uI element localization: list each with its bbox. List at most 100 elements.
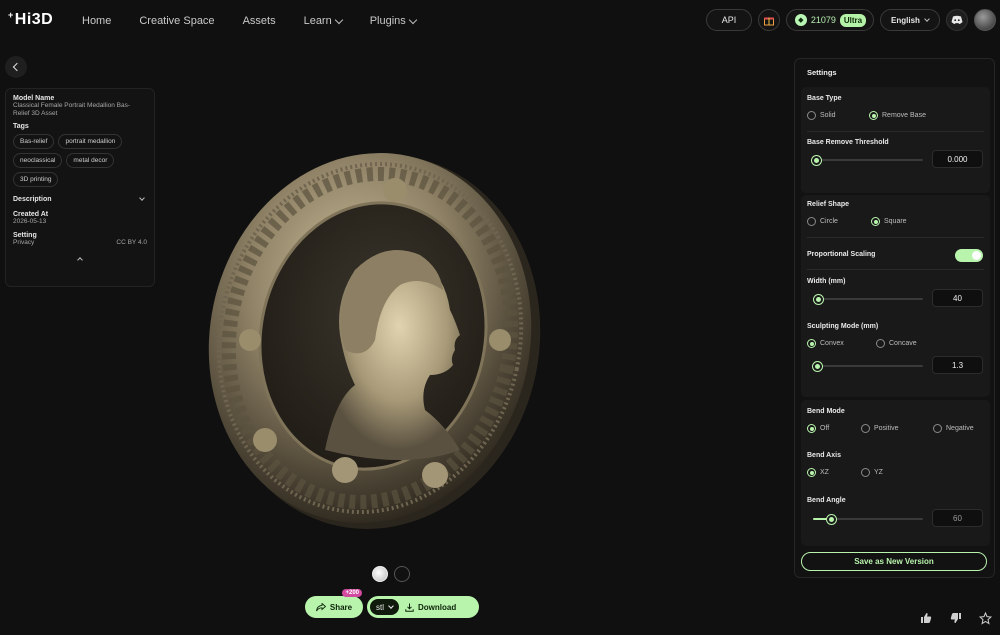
thumbs-down-icon	[950, 613, 961, 623]
plan-badge: Ultra	[839, 13, 867, 27]
textured-view-button[interactable]	[372, 566, 388, 582]
thumbs-up-icon	[921, 613, 932, 623]
relief-shape-square[interactable]: Square	[871, 217, 907, 226]
material-toggle	[372, 566, 410, 582]
privacy-label: Privacy	[13, 239, 35, 246]
threshold-slider[interactable]	[812, 155, 923, 165]
privacy-row: Privacy CC BY 4.0	[13, 239, 147, 247]
proportional-scaling-toggle[interactable]	[955, 249, 983, 262]
download-button[interactable]: Download	[405, 603, 456, 612]
chevron-down-icon	[408, 15, 418, 24]
gift-icon	[764, 17, 774, 26]
relief-shape-label: Relief Shape	[807, 201, 850, 208]
nav-plugins[interactable]: Plugins	[370, 15, 418, 27]
tag-chip[interactable]: portrait medallion	[58, 134, 123, 149]
gift-button[interactable]	[758, 9, 780, 31]
discord-icon	[951, 15, 963, 24]
created-label: Created At	[13, 211, 49, 218]
nav-learn[interactable]: Learn	[304, 15, 343, 27]
threshold-input[interactable]: 0.000	[932, 150, 983, 168]
sculpt-concave[interactable]: Concave	[876, 339, 917, 348]
sculpt-depth-slider[interactable]	[813, 361, 923, 371]
width-input[interactable]: 40	[932, 289, 983, 307]
description-toggle[interactable]: Description	[13, 195, 147, 203]
bend-axis-xz[interactable]: XZ	[807, 468, 829, 477]
width-label: Width (mm)	[807, 278, 846, 285]
tag-chip[interactable]: metal decor	[66, 153, 115, 168]
credit-coin-icon: ◆	[794, 14, 807, 26]
nav-creative-space[interactable]: Creative Space	[139, 15, 214, 27]
description-label: Description	[13, 196, 52, 203]
relief-settings-card: Relief Shape Circle Square Proportional …	[801, 195, 990, 397]
bend-mode-positive[interactable]: Positive	[861, 424, 899, 433]
base-type-remove[interactable]: Remove Base	[869, 111, 926, 120]
bend-settings-card: Bend Mode Off Positive Negative Bend Axi…	[801, 400, 990, 546]
proportional-scaling-label: Proportional Scaling	[807, 251, 876, 258]
sculpt-depth-input[interactable]: 1.3	[932, 356, 983, 374]
tags-label: Tags	[13, 123, 29, 130]
bend-axis-label: Bend Axis	[807, 452, 841, 459]
base-settings-card: Base Type Solid Remove Base Base Remove …	[801, 87, 990, 193]
discord-button[interactable]	[946, 9, 968, 31]
save-new-version-button[interactable]: Save as New Version	[801, 552, 987, 571]
divider	[807, 237, 984, 238]
model-viewport[interactable]	[205, 150, 545, 530]
setting-label: Setting	[13, 232, 37, 239]
share-button[interactable]: Share +200	[305, 589, 363, 618]
sculpt-convex[interactable]: Convex	[807, 339, 844, 348]
relief-shape-circle[interactable]: Circle	[807, 217, 838, 226]
credit-count: 21079	[810, 15, 836, 25]
language-select[interactable]: English	[880, 9, 940, 31]
bend-axis-yz[interactable]: YZ	[861, 468, 883, 477]
nav-home[interactable]: Home	[82, 15, 111, 27]
settings-title: Settings	[807, 68, 837, 77]
created-date: 2026-05-13	[13, 218, 47, 225]
thumbs-down-button[interactable]	[948, 610, 964, 626]
chevron-down-icon	[388, 603, 394, 609]
api-button[interactable]: API	[706, 9, 752, 31]
settings-panel: Settings Base Type Solid Remove Base Bas…	[794, 58, 995, 578]
thumbs-up-button[interactable]	[918, 610, 934, 626]
top-right-controls: API ◆ 21079 Ultra English	[706, 9, 996, 31]
back-button[interactable]	[5, 56, 27, 78]
avatar[interactable]	[974, 9, 996, 31]
tag-list: Bas-relief portrait medallion neoclassic…	[13, 134, 147, 187]
tag-chip[interactable]: Bas-relief	[13, 134, 55, 149]
model-info-card: Model Name Classical Female Portrait Med…	[5, 88, 155, 287]
download-group: stl Download	[367, 596, 479, 618]
top-navigation: +Hi3D Home Creative Space Assets Learn P…	[0, 0, 1000, 44]
logo[interactable]: +Hi3D	[8, 10, 53, 29]
collapse-button[interactable]	[13, 249, 147, 267]
bend-angle-input[interactable]: 60	[932, 509, 983, 527]
main-nav: Home Creative Space Assets Learn Plugins	[82, 15, 444, 27]
chevron-up-icon	[77, 257, 83, 263]
bend-mode-label: Bend Mode	[807, 408, 845, 415]
privacy-value: CC BY 4.0	[116, 239, 147, 246]
format-select[interactable]: stl	[370, 599, 399, 615]
base-type-solid[interactable]: Solid	[807, 111, 836, 120]
tag-chip[interactable]: 3D printing	[13, 172, 59, 187]
divider	[807, 131, 984, 132]
clay-view-button[interactable]	[394, 566, 410, 582]
chevron-down-icon	[139, 195, 145, 201]
tag-chip[interactable]: neoclassical	[13, 153, 63, 168]
favorite-button[interactable]	[977, 610, 993, 626]
chevron-left-icon	[12, 62, 22, 72]
bend-mode-negative[interactable]: Negative	[933, 424, 974, 433]
credits-pill[interactable]: ◆ 21079 Ultra	[786, 9, 874, 31]
medallion-render	[208, 153, 541, 529]
width-slider[interactable]	[813, 294, 923, 304]
download-icon	[405, 603, 414, 612]
share-icon	[315, 602, 326, 611]
nav-assets[interactable]: Assets	[243, 15, 276, 27]
star-icon	[978, 611, 992, 625]
base-type-label: Base Type	[807, 95, 842, 102]
bend-mode-off[interactable]: Off	[807, 424, 829, 433]
bend-angle-label: Bend Angle	[807, 497, 846, 504]
threshold-label: Base Remove Threshold	[807, 139, 889, 146]
model-name-label: Model Name	[13, 95, 55, 102]
divider	[807, 269, 984, 270]
chevron-down-icon	[924, 16, 930, 22]
bend-angle-slider[interactable]	[813, 514, 923, 524]
share-reward-badge: +200	[342, 589, 362, 597]
